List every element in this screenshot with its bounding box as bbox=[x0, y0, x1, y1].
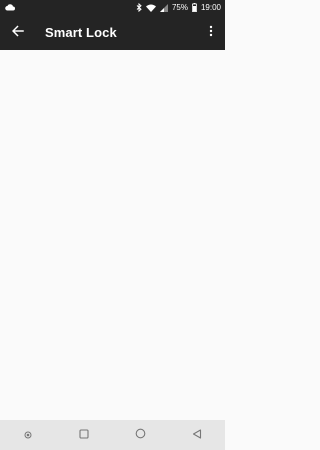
status-right: 75% 19:00 bbox=[136, 3, 225, 12]
back-button[interactable] bbox=[6, 21, 30, 45]
status-left bbox=[0, 4, 15, 11]
arrow-left-icon bbox=[11, 24, 24, 42]
nav-recents-button[interactable] bbox=[72, 423, 96, 447]
recents-square-icon bbox=[79, 426, 89, 444]
battery-icon bbox=[192, 3, 197, 12]
wifi-icon bbox=[145, 4, 156, 12]
overflow-menu-button[interactable] bbox=[201, 21, 221, 45]
nav-assist-button[interactable] bbox=[16, 423, 40, 447]
nav-home-button[interactable] bbox=[129, 423, 153, 447]
dot-icon bbox=[24, 426, 32, 444]
status-time: 19:00 bbox=[200, 3, 221, 12]
signal-icon bbox=[159, 3, 168, 12]
bluetooth-icon bbox=[136, 3, 142, 12]
page-title: Smart Lock bbox=[45, 25, 117, 40]
home-circle-icon bbox=[135, 426, 146, 444]
system-nav-bar bbox=[0, 420, 225, 450]
nav-back-button[interactable] bbox=[185, 423, 209, 447]
more-vert-icon bbox=[209, 24, 213, 42]
battery-percent: 75% bbox=[171, 3, 188, 12]
back-triangle-icon bbox=[192, 426, 202, 444]
status-bar: 75% 19:00 bbox=[0, 0, 225, 15]
app-toolbar: Smart Lock bbox=[0, 15, 225, 50]
cloud-icon bbox=[5, 4, 15, 11]
content-area bbox=[0, 50, 225, 420]
